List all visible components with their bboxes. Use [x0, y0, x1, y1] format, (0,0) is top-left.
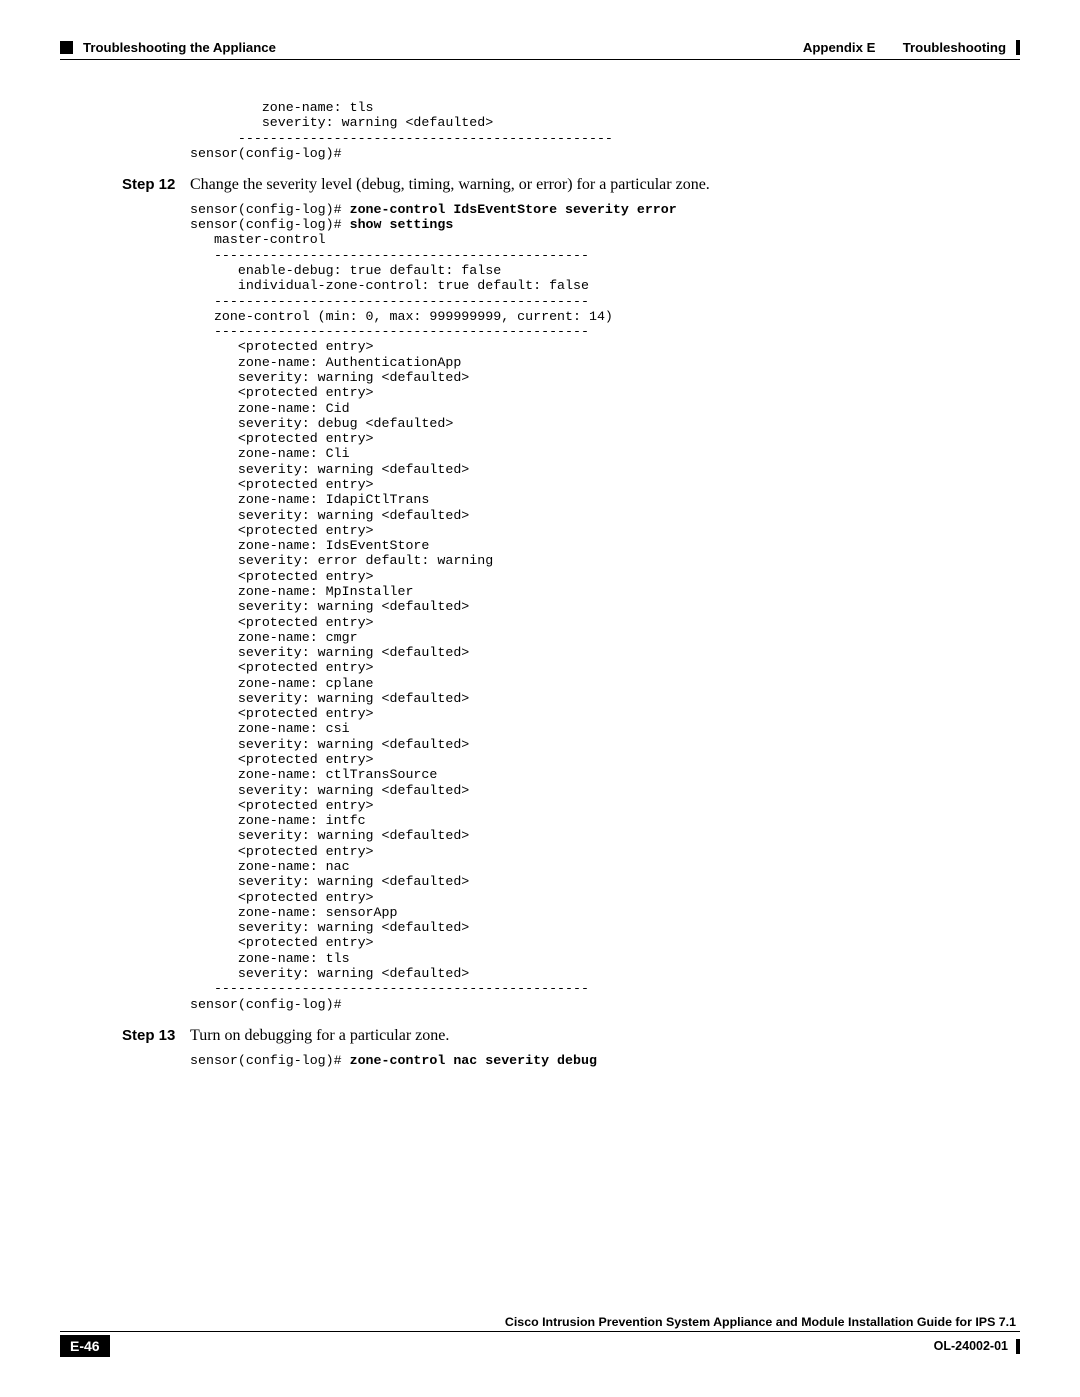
header-right: Appendix E Troubleshooting [803, 40, 1020, 55]
section-title: Troubleshooting the Appliance [83, 40, 276, 55]
appendix-title: Troubleshooting [903, 40, 1006, 55]
running-header: Troubleshooting the Appliance Appendix E… [60, 40, 1020, 55]
footer-rule [60, 1331, 1020, 1332]
code-block-2: sensor(config-log)# zone-control IdsEven… [190, 202, 960, 1012]
footer: Cisco Intrusion Prevention System Applia… [60, 1315, 1020, 1357]
command: zone-control IdsEventStore severity erro… [350, 202, 677, 217]
header-bar-icon [1016, 40, 1020, 55]
step-13-text: Turn on debugging for a particular zone. [190, 1026, 449, 1047]
command: show settings [350, 217, 454, 232]
prompt: sensor(config-log)# [190, 202, 350, 217]
header-rule [60, 59, 1020, 60]
doc-id-wrap: OL-24002-01 [934, 1339, 1020, 1354]
step-12-label: Step 12 [122, 176, 190, 193]
page: Troubleshooting the Appliance Appendix E… [0, 0, 1080, 1397]
code-block-1: zone-name: tls severity: warning <defaul… [190, 100, 960, 161]
appendix-label: Appendix E [803, 40, 876, 55]
command: zone-control nac severity debug [350, 1053, 597, 1068]
page-number: E-46 [60, 1335, 110, 1357]
footer-bottom: E-46 OL-24002-01 [60, 1335, 1020, 1357]
prompt: sensor(config-log)# [190, 1053, 350, 1068]
code-block-3: sensor(config-log)# zone-control nac sev… [190, 1053, 960, 1068]
step-12-text: Change the severity level (debug, timing… [190, 175, 710, 196]
step-13-row: Step 13 Turn on debugging for a particul… [190, 1026, 960, 1047]
header-square-icon [60, 41, 73, 54]
step-13-label: Step 13 [122, 1027, 190, 1044]
header-left: Troubleshooting the Appliance [60, 40, 276, 55]
output: master-control -------------------------… [190, 232, 613, 1011]
footer-bar-icon [1016, 1339, 1020, 1354]
body-content: zone-name: tls severity: warning <defaul… [60, 100, 1020, 1068]
step-12-row: Step 12 Change the severity level (debug… [190, 175, 960, 196]
footer-title: Cisco Intrusion Prevention System Applia… [60, 1315, 1016, 1329]
prompt: sensor(config-log)# [190, 217, 350, 232]
doc-id: OL-24002-01 [934, 1339, 1008, 1353]
